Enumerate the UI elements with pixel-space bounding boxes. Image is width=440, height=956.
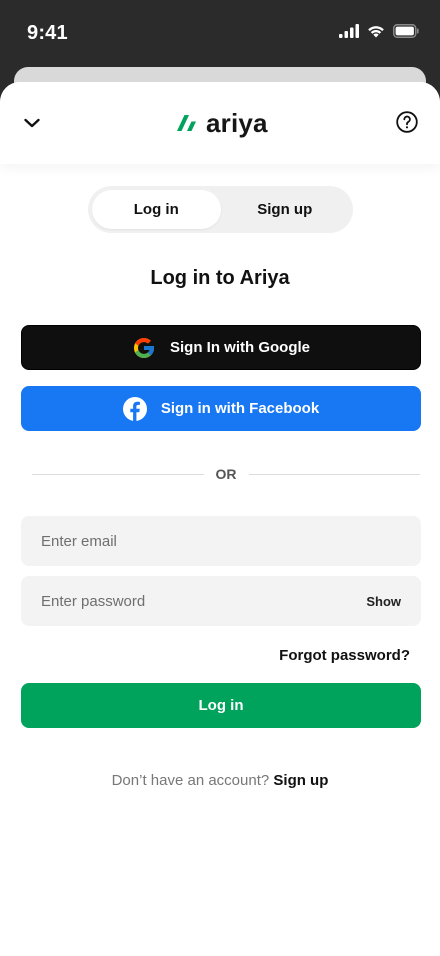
password-input[interactable] [41, 592, 357, 610]
facebook-sign-in-button[interactable]: Sign in with Facebook [21, 386, 421, 431]
wifi-icon [368, 26, 384, 38]
sheet-header: ariya [0, 82, 440, 164]
help-circle-icon [396, 111, 418, 133]
forgot-password-link[interactable]: Forgot password? [279, 647, 410, 664]
google-sign-in-button[interactable]: Sign In with Google [21, 325, 421, 370]
log-in-button[interactable]: Log in [21, 683, 421, 728]
signal-icon [339, 24, 359, 38]
log-in-button-label: Log in [198, 697, 244, 714]
signup-prompt: Don’t have an account? Sign up [0, 772, 440, 789]
auth-mode-toggle: Log in Sign up [88, 186, 353, 233]
show-password-toggle[interactable]: Show [366, 594, 401, 609]
chevron-down-icon [24, 118, 40, 128]
email-input[interactable] [41, 532, 401, 550]
ariya-logo: ariya [176, 108, 268, 138]
dismiss-button[interactable] [20, 111, 44, 135]
facebook-sign-in-label: Sign in with Facebook [160, 400, 320, 417]
tab-sign-up[interactable]: Sign up [221, 190, 350, 229]
status-icons [339, 22, 419, 40]
facebook-icon [122, 396, 147, 421]
google-sign-in-label: Sign In with Google [170, 339, 310, 356]
status-time: 9:41 [27, 22, 68, 44]
password-field-container: Show [21, 576, 421, 626]
divider-line-left [32, 473, 204, 475]
page-title: Log in to Ariya [150, 267, 290, 289]
email-field-container [21, 516, 421, 566]
google-icon [134, 337, 154, 358]
divider-text: OR [215, 466, 237, 482]
or-divider: OR [32, 465, 420, 483]
ariya-logo-icon [177, 115, 196, 131]
signup-prompt-text: Don’t have an account? [111, 772, 270, 789]
battery-icon [393, 24, 419, 38]
help-button[interactable] [395, 110, 419, 134]
status-bar: 9:41 [0, 0, 440, 70]
divider-line-right [248, 473, 420, 475]
sign-up-link[interactable]: Sign up [273, 772, 328, 789]
login-sheet: ariya Log in Sign up Log in to Ariya Sig… [0, 82, 440, 956]
logo-text: ariya [206, 108, 268, 138]
tab-log-in[interactable]: Log in [92, 190, 221, 229]
